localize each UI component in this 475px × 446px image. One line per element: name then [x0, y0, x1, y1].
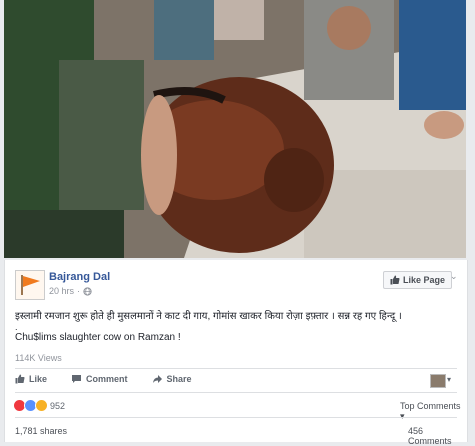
post-text-hindi: इस्लामी रमजान शुरू होते ही मुसलमानों ने …: [15, 311, 402, 322]
comment-icon: [72, 375, 82, 383]
post-card: Bajrang Dal 20 hrs · Like Page ⌄ इस्लामी…: [4, 260, 468, 446]
shares-count[interactable]: 1,781 shares: [15, 426, 67, 436]
like-button[interactable]: Like: [11, 372, 51, 386]
post-text-english: Chu$lims slaughter cow on Ramzan !: [15, 332, 181, 343]
thumbs-up-icon: [15, 374, 25, 384]
post-meta: 20 hrs ·: [49, 286, 92, 296]
like-page-button[interactable]: Like Page: [383, 271, 453, 289]
caret-down-icon[interactable]: ▾: [447, 375, 451, 384]
globe-icon: [83, 286, 92, 296]
post-text-dot: .: [15, 322, 18, 332]
view-count: 114K Views: [15, 353, 62, 363]
share-button[interactable]: Share: [148, 372, 196, 386]
post-video[interactable]: [4, 0, 466, 258]
video-frame: [4, 0, 466, 258]
profile-selector-avatar[interactable]: [430, 374, 446, 388]
page-name-link[interactable]: Bajrang Dal: [49, 271, 110, 283]
top-comments-dropdown[interactable]: Top Comments ▾: [400, 401, 467, 422]
comments-count[interactable]: 456 Comments: [408, 426, 467, 446]
top-comments-label: Top Comments: [400, 401, 461, 411]
share-arrow-icon: [152, 375, 162, 383]
post-time[interactable]: 20 hrs: [49, 286, 74, 296]
divider: [15, 392, 457, 393]
comment-button[interactable]: Comment: [67, 372, 132, 386]
divider: [15, 368, 457, 369]
page-avatar[interactable]: [15, 270, 45, 300]
saffron-flag-icon: [21, 275, 40, 295]
like-page-label: Like Page: [403, 275, 446, 285]
reactions-count: 952: [50, 400, 66, 411]
like-label: Like: [29, 374, 48, 384]
share-label: Share: [166, 374, 192, 384]
reactions-summary[interactable]: 952: [13, 399, 65, 412]
comment-label: Comment: [86, 374, 128, 384]
thumbs-up-icon: [390, 275, 400, 285]
separator-dot: ·: [77, 286, 81, 296]
divider: [15, 417, 457, 418]
chevron-down-icon[interactable]: ⌄: [450, 271, 458, 282]
sad-reaction-icon: [35, 399, 48, 412]
action-bar: Like Comment Share: [11, 372, 196, 386]
